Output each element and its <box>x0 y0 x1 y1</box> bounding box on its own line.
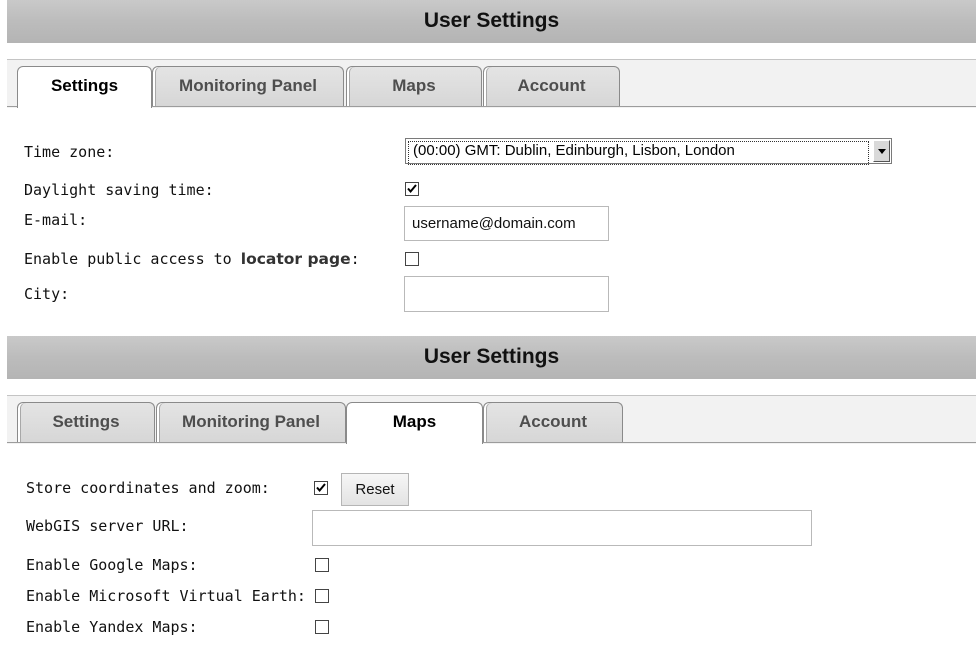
tab-bar: Settings Monitoring Panel Maps Account <box>7 395 976 444</box>
tab-divider <box>7 442 976 443</box>
email-label: E-mail: <box>24 211 88 229</box>
check-icon <box>407 184 417 194</box>
virtual-earth-checkbox[interactable] <box>315 589 329 603</box>
time-zone-select[interactable]: (00:00) GMT: Dublin, Edinburgh, Lisbon, … <box>405 138 892 165</box>
email-field[interactable] <box>404 206 609 241</box>
tab-settings[interactable]: Settings <box>17 66 152 108</box>
google-maps-label: Enable Google Maps: <box>26 556 198 574</box>
city-field[interactable] <box>404 276 609 312</box>
virtual-earth-label: Enable Microsoft Virtual Earth: <box>26 587 306 605</box>
panel-title: User Settings <box>7 336 976 379</box>
google-maps-checkbox[interactable] <box>315 558 329 572</box>
time-zone-selected-value: (00:00) GMT: Dublin, Edinburgh, Lisbon, … <box>408 141 869 165</box>
public-access-label: Enable public access to locator page: <box>24 250 360 268</box>
webgis-url-label: WebGIS server URL: <box>26 517 189 535</box>
chevron-down-icon[interactable] <box>873 140 890 162</box>
user-settings-panel-settings: User Settings Settings Monitoring Panel … <box>7 0 976 320</box>
tab-monitoring-panel[interactable]: Monitoring Panel <box>152 66 344 107</box>
public-access-colon: : <box>350 250 360 268</box>
locator-page-link[interactable]: locator page <box>241 250 351 268</box>
tab-monitoring-panel[interactable]: Monitoring Panel <box>156 402 346 443</box>
public-access-text: Enable public access to <box>24 250 241 268</box>
reset-button[interactable]: Reset <box>341 473 409 506</box>
daylight-saving-checkbox[interactable] <box>405 182 419 196</box>
store-coordinates-label: Store coordinates and zoom: <box>26 479 270 497</box>
tab-settings[interactable]: Settings <box>17 402 155 443</box>
webgis-url-field[interactable] <box>312 510 812 546</box>
store-coordinates-checkbox[interactable] <box>314 481 328 495</box>
panel-title: User Settings <box>7 0 976 43</box>
check-icon <box>316 483 326 493</box>
tab-account[interactable]: Account <box>483 66 620 107</box>
time-zone-label: Time zone: <box>24 143 115 161</box>
tab-maps[interactable]: Maps <box>346 66 482 107</box>
tab-divider <box>7 106 976 107</box>
yandex-maps-label: Enable Yandex Maps: <box>26 618 198 636</box>
city-label: City: <box>24 285 70 303</box>
tab-maps[interactable]: Maps <box>346 402 483 444</box>
tab-account[interactable]: Account <box>483 402 623 443</box>
daylight-saving-label: Daylight saving time: <box>24 181 214 199</box>
public-access-checkbox[interactable] <box>405 252 419 266</box>
user-settings-panel-maps: User Settings Settings Monitoring Panel … <box>7 336 976 646</box>
tab-bar: Settings Monitoring Panel Maps Account <box>7 59 976 108</box>
yandex-maps-checkbox[interactable] <box>315 620 329 634</box>
